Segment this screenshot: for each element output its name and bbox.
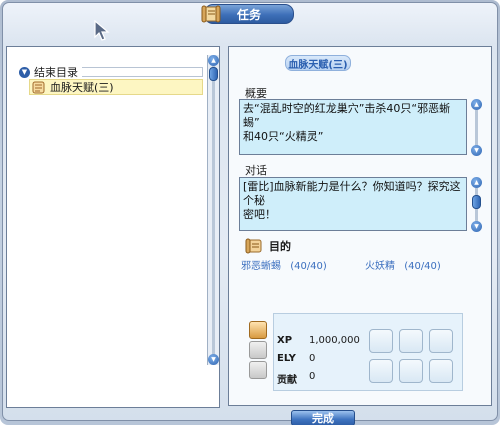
target-name: 火妖精 xyxy=(365,261,395,272)
tree-line xyxy=(82,67,203,77)
overview-line: 和40只“火精灵” xyxy=(243,130,324,143)
collapse-arrow-icon[interactable]: ▼ xyxy=(19,66,30,78)
quest-list-panel: ▼ 结束目录 血脉天赋(三) ▲ ▼ xyxy=(6,46,220,408)
quest-detail-panel: 血脉天赋(三) 概要 去“混乱时空的红龙巢穴”击杀40只“邪恶蜥蜴” 和40只“… xyxy=(228,46,492,406)
reward-row-ely: ELY 0 xyxy=(277,353,315,364)
reward-key: 贡献 xyxy=(277,375,297,386)
reward-tab-icon[interactable] xyxy=(249,321,267,339)
quest-category-label: 结束目录 xyxy=(34,66,78,79)
reward-item-slot[interactable] xyxy=(429,329,453,353)
reward-tab-icons xyxy=(249,321,271,381)
quest-list-scrollbar[interactable]: ▲ ▼ xyxy=(207,55,219,365)
dialogue-line: 密吧！ xyxy=(243,208,276,221)
target-progress: (40/40) xyxy=(404,261,441,272)
quest-list-item[interactable]: 血脉天赋(三) xyxy=(29,79,203,95)
reward-tab-icon[interactable] xyxy=(249,361,267,379)
overview-textbox[interactable]: 去“混乱时空的红龙巢穴”击杀40只“邪恶蜥蜴” 和40只“火精灵” xyxy=(239,99,467,155)
reward-tab-icon[interactable] xyxy=(249,341,267,359)
reward-item-slot[interactable] xyxy=(399,329,423,353)
quest-scroll-icon xyxy=(32,81,45,93)
scroll-up-button[interactable]: ▲ xyxy=(471,177,482,188)
window-title-tab: 任务 xyxy=(201,4,294,24)
reward-item-slot[interactable] xyxy=(399,359,423,383)
quest-list-item-label: 血脉天赋(三) xyxy=(50,81,114,94)
dialogue-label: 对话 xyxy=(245,164,267,177)
reward-item-slot[interactable] xyxy=(429,359,453,383)
window-title: 任务 xyxy=(236,7,261,22)
dialogue-textbox[interactable]: [雷比]血脉新能力是什么？你知道吗？探究这个秘 密吧！ xyxy=(239,177,467,231)
scroll-up-button[interactable]: ▲ xyxy=(208,55,219,66)
scroll-up-button[interactable]: ▲ xyxy=(471,99,482,110)
reward-key: ELY xyxy=(277,353,296,364)
reward-value: 0 xyxy=(309,371,316,382)
goal-label: 目的 xyxy=(269,240,291,253)
quest-title: 血脉天赋(三) xyxy=(285,55,351,71)
target-name: 邪恶蜥蜴 xyxy=(241,261,281,272)
reward-row-contribution: 贡献 0 xyxy=(277,371,315,386)
quest-category[interactable]: ▼ 结束目录 xyxy=(19,65,203,79)
goal-header: 目的 xyxy=(245,238,291,254)
reward-value: 1,000,000 xyxy=(309,335,360,346)
scroll-track[interactable] xyxy=(475,110,478,146)
complete-button[interactable]: 完成 xyxy=(291,410,355,425)
reward-item-slot[interactable] xyxy=(369,359,393,383)
reward-key: XP xyxy=(277,335,293,346)
scroll-thumb[interactable] xyxy=(472,195,481,209)
target-item: 火妖精 (40/40) xyxy=(365,257,441,272)
target-item: 邪恶蜥蜴 (40/40) xyxy=(241,257,327,272)
scroll-down-button[interactable]: ▼ xyxy=(471,221,482,232)
goal-scroll-icon xyxy=(245,238,262,254)
scroll-down-button[interactable]: ▼ xyxy=(208,354,219,365)
reward-item-slots xyxy=(369,329,453,383)
scroll-track[interactable] xyxy=(212,66,215,356)
reward-value: 0 xyxy=(309,353,316,364)
scroll-thumb[interactable] xyxy=(209,67,218,81)
overview-scrollbar[interactable]: ▲ ▼ xyxy=(471,99,483,157)
mouse-cursor-icon xyxy=(94,20,110,41)
dialogue-scrollbar[interactable]: ▲ ▼ xyxy=(471,177,483,233)
reward-row-xp: XP 1,000,000 xyxy=(277,335,360,346)
scroll-down-button[interactable]: ▼ xyxy=(471,145,482,156)
scroll-icon xyxy=(201,5,221,23)
overview-line: 去“混乱时空的红龙巢穴”击杀40只“邪恶蜥蜴” xyxy=(243,102,451,129)
target-progress: (40/40) xyxy=(290,261,327,272)
dialogue-line: [雷比]血脉新能力是什么？你知道吗？探究这个秘 xyxy=(243,180,461,207)
reward-item-slot[interactable] xyxy=(369,329,393,353)
